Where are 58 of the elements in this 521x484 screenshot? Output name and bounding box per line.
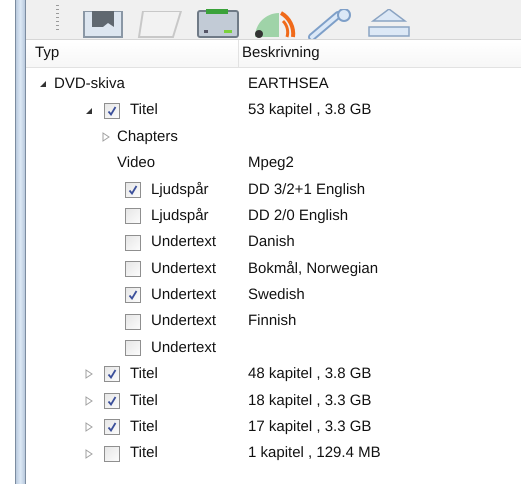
check-icon bbox=[107, 106, 117, 116]
type-label: Undertext bbox=[151, 311, 216, 332]
type-label: Undertext bbox=[151, 285, 216, 306]
checkbox[interactable] bbox=[104, 102, 120, 119]
description-text: EARTHSEA bbox=[248, 74, 329, 94]
description-text: Finnish bbox=[248, 311, 296, 332]
type-label: Titel bbox=[130, 443, 158, 464]
checkbox[interactable] bbox=[104, 366, 120, 382]
column-header[interactable]: Typ bbox=[26, 40, 239, 67]
checkbox[interactable] bbox=[104, 446, 120, 462]
expand-arrow-icon[interactable] bbox=[85, 448, 93, 459]
checkbox[interactable] bbox=[125, 314, 141, 330]
check-icon bbox=[128, 290, 138, 300]
wrench-icon[interactable] bbox=[308, 9, 354, 39]
type-label: Chapters bbox=[117, 126, 178, 147]
type-label: Undertext bbox=[151, 258, 216, 279]
expand-arrow-icon[interactable] bbox=[85, 422, 93, 432]
checkbox[interactable] bbox=[125, 182, 141, 198]
type-label: DVD-skiva bbox=[54, 74, 125, 94]
description-text: 1 kapitel , 129.4 MB bbox=[248, 443, 381, 464]
checkbox[interactable] bbox=[125, 234, 141, 251]
checkbox[interactable] bbox=[104, 392, 120, 409]
drive-icon[interactable] bbox=[196, 9, 240, 39]
type-label: Titel bbox=[130, 390, 158, 411]
type-label: Ljudspår bbox=[151, 206, 209, 226]
description-text: 48 kapitel , 3.8 GB bbox=[248, 364, 372, 384]
description-text: DD 3/2+1 English bbox=[248, 180, 366, 200]
type-label: Ljudspår bbox=[151, 180, 209, 200]
description-text: Swedish bbox=[248, 285, 305, 306]
type-label: Video bbox=[117, 153, 156, 174]
type-label: Titel bbox=[130, 364, 158, 384]
checkbox[interactable] bbox=[104, 419, 120, 436]
checkbox[interactable] bbox=[125, 260, 141, 277]
checkbox[interactable] bbox=[125, 340, 141, 356]
checkbox[interactable] bbox=[125, 208, 141, 224]
check-icon bbox=[107, 369, 117, 380]
type-label: Undertext bbox=[151, 338, 216, 358]
expand-arrow-icon[interactable] bbox=[85, 396, 93, 406]
description-text: 17 kapitel , 3.3 GB bbox=[248, 417, 372, 438]
description-text: Bokmål, Norwegian bbox=[248, 258, 378, 279]
description-text: Mpeg2 bbox=[248, 153, 294, 174]
check-icon bbox=[107, 422, 117, 432]
check-icon bbox=[128, 184, 138, 195]
type-label: Titel bbox=[130, 417, 158, 438]
description-text: DD 2/0 English bbox=[248, 206, 348, 226]
collapse-arrow-icon[interactable] bbox=[85, 106, 93, 115]
collapse-arrow-icon[interactable] bbox=[39, 80, 47, 88]
expand-arrow-icon[interactable] bbox=[102, 132, 110, 142]
type-label: Undertext bbox=[151, 232, 216, 252]
check-icon bbox=[107, 396, 117, 406]
column-header[interactable]: Beskrivning bbox=[239, 40, 521, 67]
description-text: Danish bbox=[248, 232, 295, 252]
checkbox[interactable] bbox=[125, 287, 141, 304]
type-label: Titel bbox=[130, 100, 158, 120]
description-text: 18 kapitel , 3.3 GB bbox=[248, 390, 372, 411]
description-text: 53 kapitel , 3.8 GB bbox=[248, 100, 372, 120]
expand-arrow-icon[interactable] bbox=[85, 369, 93, 380]
frame-icon[interactable] bbox=[82, 11, 126, 39]
